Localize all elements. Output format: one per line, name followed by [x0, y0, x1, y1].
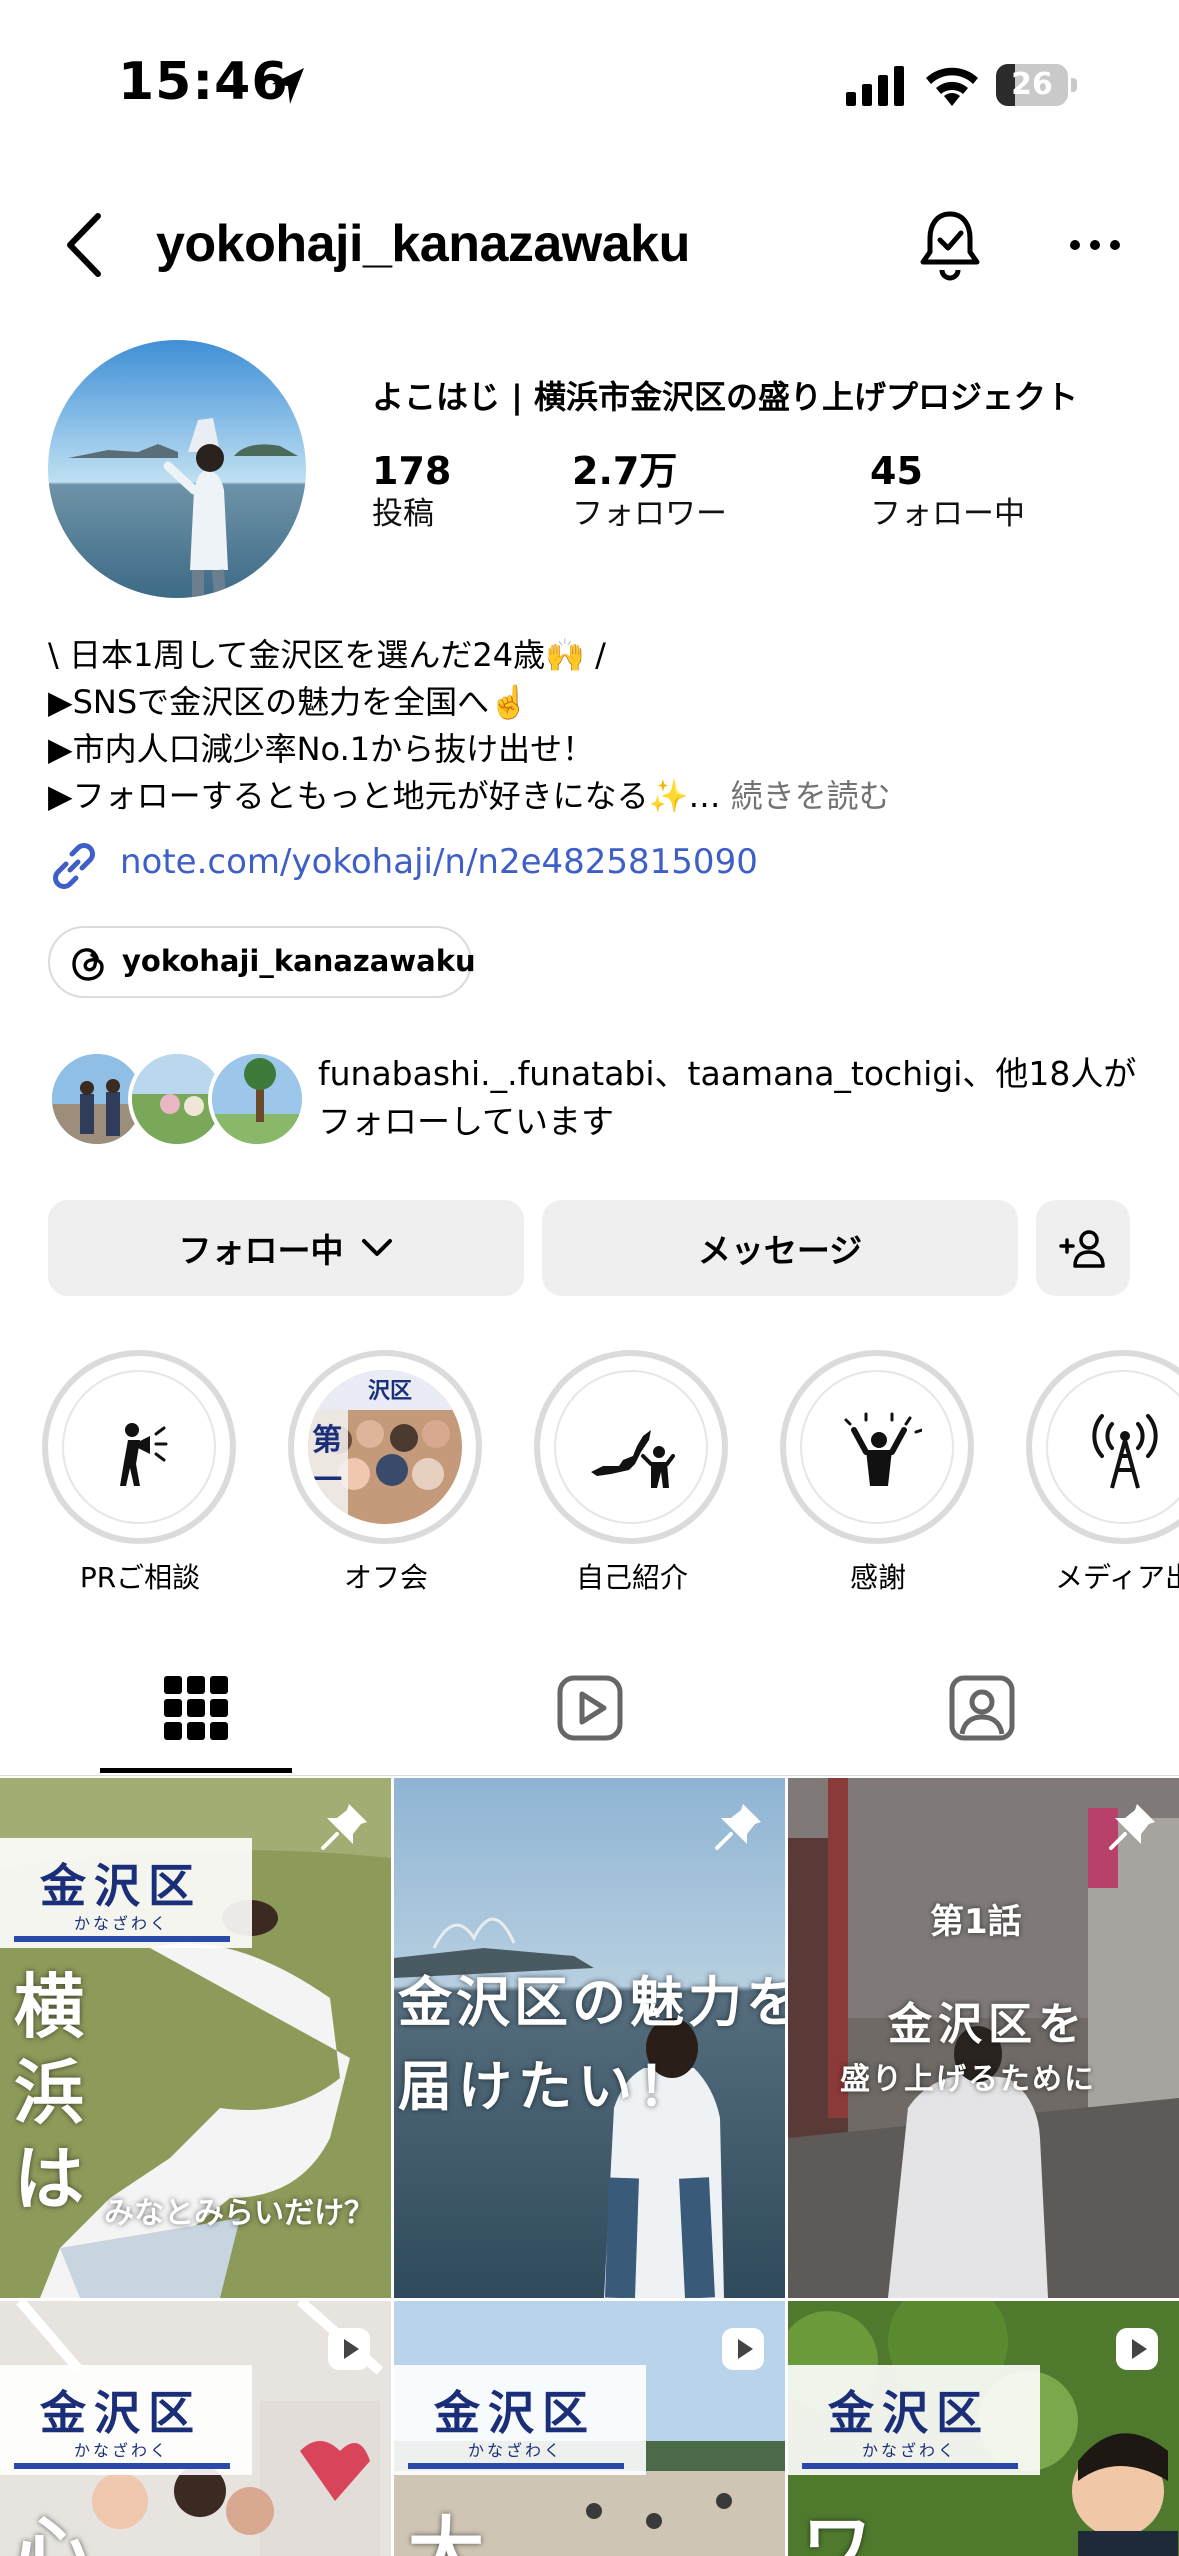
- followers-count: 2.7万: [572, 449, 678, 493]
- bio-line: ▶SNSで金沢区の魅力を全国へ☝️: [48, 683, 530, 721]
- profile-header: yokohaji_kanazawaku: [0, 190, 1179, 300]
- followers-label: フォロワー: [572, 496, 727, 532]
- followed-by-text: funabashi._.funatabi、taamana_tochigi、他18…: [318, 1054, 1137, 1141]
- badge-title: 金沢区: [434, 2386, 596, 2440]
- notification-bell-icon[interactable]: [918, 208, 982, 282]
- location-badge: 金沢区 かなざわく: [0, 1838, 252, 1948]
- message-button[interactable]: メッセージ: [542, 1200, 1018, 1296]
- highlight-label: オフ会: [343, 1561, 428, 1594]
- bio-line: ▶フォローするともっと地元が好きになる✨… 続きを読む: [48, 773, 1148, 820]
- location-badge: 金沢区 かなざわく: [0, 2365, 252, 2475]
- highlight-label: PRご相談: [79, 1561, 201, 1594]
- mutual-follower-avatar: [208, 1050, 306, 1148]
- post-thumbnail[interactable]: 金沢区の魅力を 届けたい！: [394, 1778, 785, 2298]
- highlight-label: メディア出: [1054, 1561, 1179, 1594]
- japan-map-person-icon: [591, 1430, 675, 1488]
- status-time: 15:46: [118, 52, 289, 112]
- post-overlay-text: 金沢区を: [888, 1999, 1088, 2050]
- wifi-icon: [926, 67, 978, 106]
- mutual-followers[interactable]: funabashi._.funatabi、taamana_tochigi、他18…: [48, 1050, 1158, 1160]
- following-stat[interactable]: 45 フォロー中: [870, 448, 1025, 534]
- profile-bio: \ 日本1周して金沢区を選んだ24歳🙌 / ▶SNSで金沢区の魅力を全国へ☝️ …: [48, 632, 1148, 820]
- post-overlay-text: 金沢区の魅力を: [398, 1971, 785, 2034]
- location-badge: 金沢区 かなざわく: [394, 2365, 646, 2475]
- svg-text:第: 第: [312, 1423, 342, 1458]
- post-overlay-text: 心: [14, 2508, 90, 2556]
- svg-text:沢区: 沢区: [368, 1379, 412, 1404]
- pin-icon: [321, 1804, 367, 1850]
- post-episode-label: 第1話: [930, 1902, 1022, 1942]
- read-more-link[interactable]: 続きを読む: [731, 777, 891, 815]
- reel-icon: [1116, 2328, 1158, 2370]
- battery-level: 26: [1011, 67, 1053, 102]
- badge-subtitle: かなざわく: [468, 2441, 564, 2460]
- post-thumbnail[interactable]: 金沢区 かなざわく 心: [0, 2301, 391, 2556]
- reel-icon: [328, 2328, 370, 2370]
- threads-badge[interactable]: yokohaji_kanazawaku: [48, 926, 476, 998]
- svg-text:一: 一: [312, 1463, 342, 1498]
- celebrating-person-icon: [844, 1412, 922, 1486]
- post-overlay-text: ワ: [802, 2506, 872, 2556]
- badge-subtitle: かなざわく: [74, 2441, 170, 2460]
- back-icon[interactable]: [58, 210, 112, 280]
- highlight-label: 感謝: [849, 1561, 906, 1594]
- pin-icon: [715, 1804, 761, 1850]
- following-label: フォロー中: [870, 496, 1025, 532]
- more-options-icon[interactable]: [1068, 228, 1122, 262]
- profile-avatar[interactable]: [48, 340, 306, 598]
- threads-icon: [72, 948, 104, 981]
- active-tab-indicator: [100, 1768, 292, 1773]
- post-thumbnail[interactable]: 第1話 金沢区を 盛り上げるために: [788, 1778, 1179, 2298]
- post-overlay-text: 届けたい！: [398, 2055, 698, 2118]
- chevron-down-icon: [361, 1239, 392, 1256]
- post-thumbnail[interactable]: 金沢区 かなざわく 大: [394, 2301, 785, 2556]
- post-overlay-subtext: 盛り上げるために: [840, 2062, 1096, 2097]
- status-bar: 15:46 26: [0, 0, 1179, 160]
- battery-indicator: 26: [996, 64, 1077, 106]
- broadcast-tower-icon: [1092, 1414, 1158, 1489]
- grid-icon[interactable]: [160, 1672, 232, 1744]
- message-button-label: メッセージ: [697, 1231, 863, 1270]
- profile-display-name: よこはじ | 横浜市金沢区の盛り上げプロジェクト: [372, 378, 1078, 416]
- posts-label: 投稿: [372, 496, 434, 532]
- threads-username: yokohaji_kanazawaku: [122, 944, 476, 978]
- following-button[interactable]: フォロー中: [48, 1200, 524, 1296]
- post-grid: 金沢区 かなざわく 横 浜 は みなとみらいだけ？ 金沢区の魅力を 届けたい！: [0, 1778, 1179, 2556]
- badge-title: 金沢区: [40, 1859, 202, 1913]
- highlight-label: 自己紹介: [575, 1561, 688, 1594]
- post-thumbnail[interactable]: 金沢区 かなざわく ワ: [788, 2301, 1179, 2556]
- following-count: 45: [870, 449, 923, 493]
- header-username: yokohaji_kanazawaku: [156, 215, 690, 273]
- suggest-users-button[interactable]: [1036, 1200, 1130, 1296]
- link-icon: [53, 843, 95, 889]
- post-overlay-subtext: みなとみらいだけ？: [104, 2196, 374, 2231]
- post-overlay-text: 大: [408, 2508, 484, 2556]
- location-badge: 金沢区 かなざわく: [788, 2365, 1040, 2475]
- megaphone-person-icon: [120, 1423, 168, 1486]
- badge-subtitle: かなざわく: [74, 1914, 170, 1933]
- badge-title: 金沢区: [40, 2386, 202, 2440]
- reel-icon: [722, 2328, 764, 2370]
- badge-subtitle: かなざわく: [862, 2441, 958, 2460]
- badge-title: 金沢区: [828, 2386, 990, 2440]
- pin-icon: [1109, 1804, 1155, 1850]
- reels-icon[interactable]: [554, 1672, 626, 1744]
- bio-link-text[interactable]: note.com/yokohaji/n/n2e4825815090: [120, 842, 758, 882]
- bio-line-text: ▶フォローするともっと地元が好きになる✨…: [48, 777, 721, 815]
- location-arrow-icon: [272, 68, 304, 104]
- highlight-photo: 沢区 第 一: [308, 1370, 462, 1524]
- post-overlay-text: 横 浜 は: [14, 1966, 84, 2220]
- following-button-label: フォロー中: [178, 1231, 344, 1270]
- followers-stat[interactable]: 2.7万 フォロワー: [572, 448, 727, 534]
- posts-stat[interactable]: 178 投稿: [372, 448, 451, 534]
- profile-tabs: [0, 1650, 1179, 1776]
- cellular-signal-icon: [846, 66, 904, 106]
- tagged-icon[interactable]: [946, 1672, 1018, 1744]
- bio-line: ▶市内人口減少率No.1から抜け出せ！: [48, 730, 595, 768]
- posts-count: 178: [372, 449, 452, 493]
- bio-line: \ 日本1周して金沢区を選んだ24歳🙌 /: [48, 636, 606, 674]
- post-thumbnail[interactable]: 金沢区 かなざわく 横 浜 は みなとみらいだけ？: [0, 1778, 391, 2298]
- add-person-icon: [1059, 1230, 1105, 1268]
